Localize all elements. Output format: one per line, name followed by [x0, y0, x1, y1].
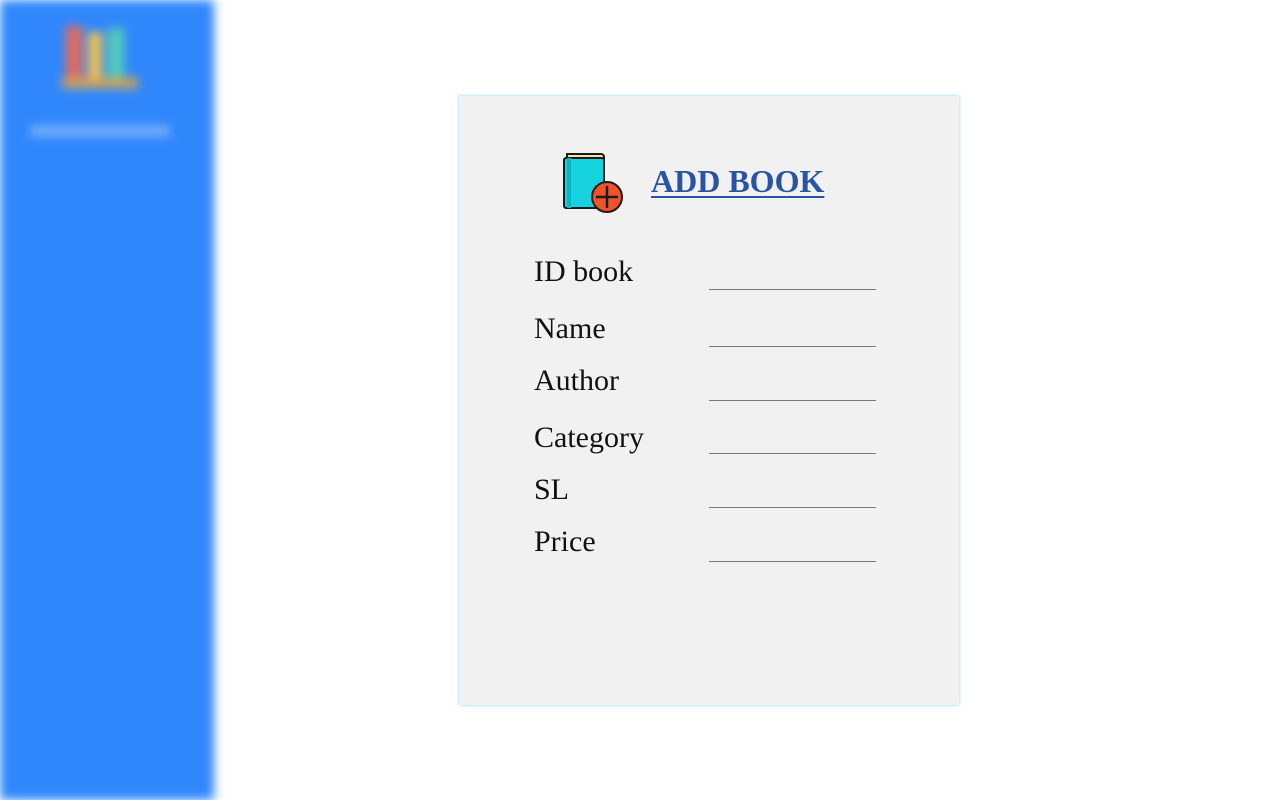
sl-input[interactable] [709, 481, 876, 508]
id-book-label: ID book [534, 255, 634, 288]
form-row-name: Name [534, 311, 879, 351]
form-header: ADD BOOK [559, 146, 824, 216]
name-label: Name [534, 312, 606, 345]
sl-label: SL [534, 473, 570, 506]
category-label: Category [534, 421, 644, 454]
form-row-sl: SL [534, 472, 879, 512]
sidebar [0, 0, 214, 800]
category-input[interactable] [709, 427, 876, 454]
add-book-form: ADD BOOK ID book Name Author Category SL… [459, 96, 959, 705]
form-row-category: Category [534, 420, 879, 460]
name-input[interactable] [709, 320, 876, 347]
price-label: Price [534, 525, 596, 558]
form-row-price: Price [534, 524, 879, 564]
id-book-input[interactable] [709, 263, 876, 290]
author-label: Author [534, 364, 619, 397]
books-logo-icon [62, 22, 138, 92]
form-row-id-book: ID book [534, 254, 879, 294]
sidebar-subtitle [30, 126, 170, 136]
add-book-title[interactable]: ADD BOOK [651, 163, 824, 200]
author-input[interactable] [709, 374, 876, 401]
form-row-author: Author [534, 363, 879, 403]
add-book-icon [563, 153, 623, 213]
price-input[interactable] [709, 535, 876, 562]
